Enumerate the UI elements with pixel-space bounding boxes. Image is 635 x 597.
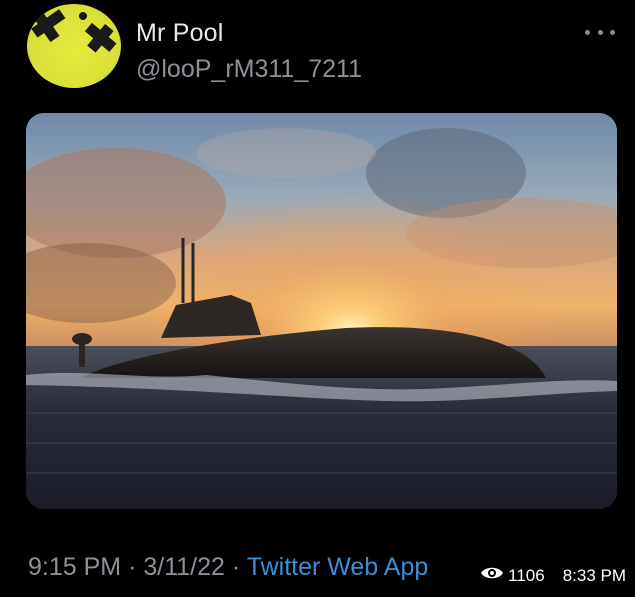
avatar[interactable]	[27, 4, 121, 88]
user-info: Mr Pool @looP_rM311_7211	[136, 18, 362, 84]
tweet-source-link[interactable]: Twitter Web App	[247, 553, 429, 581]
tweet-metadata: 9:15 PM · 3/11/22 · Twitter Web App	[28, 552, 428, 582]
post-time: 8:33 PM	[562, 565, 626, 585]
tweet-time[interactable]: 9:15 PM	[28, 553, 121, 581]
dot-icon	[610, 29, 615, 35]
separator: ·	[231, 553, 241, 581]
more-options-button[interactable]	[585, 24, 615, 40]
views-count: 1106	[508, 565, 545, 585]
user-handle[interactable]: @looP_rM311_7211	[136, 54, 362, 84]
eye-icon	[480, 565, 504, 586]
submarine-image	[26, 113, 617, 509]
dot-icon	[597, 29, 603, 35]
tweet-media-image[interactable]	[26, 113, 617, 509]
display-name[interactable]: Mr Pool	[136, 18, 362, 48]
tweet-date[interactable]: 3/11/22	[143, 553, 225, 581]
avatar-logo-icon	[31, 9, 117, 53]
status-overlay: 1106 8:33 PM	[480, 565, 626, 586]
dot-icon	[585, 29, 590, 35]
separator: ·	[128, 553, 137, 581]
